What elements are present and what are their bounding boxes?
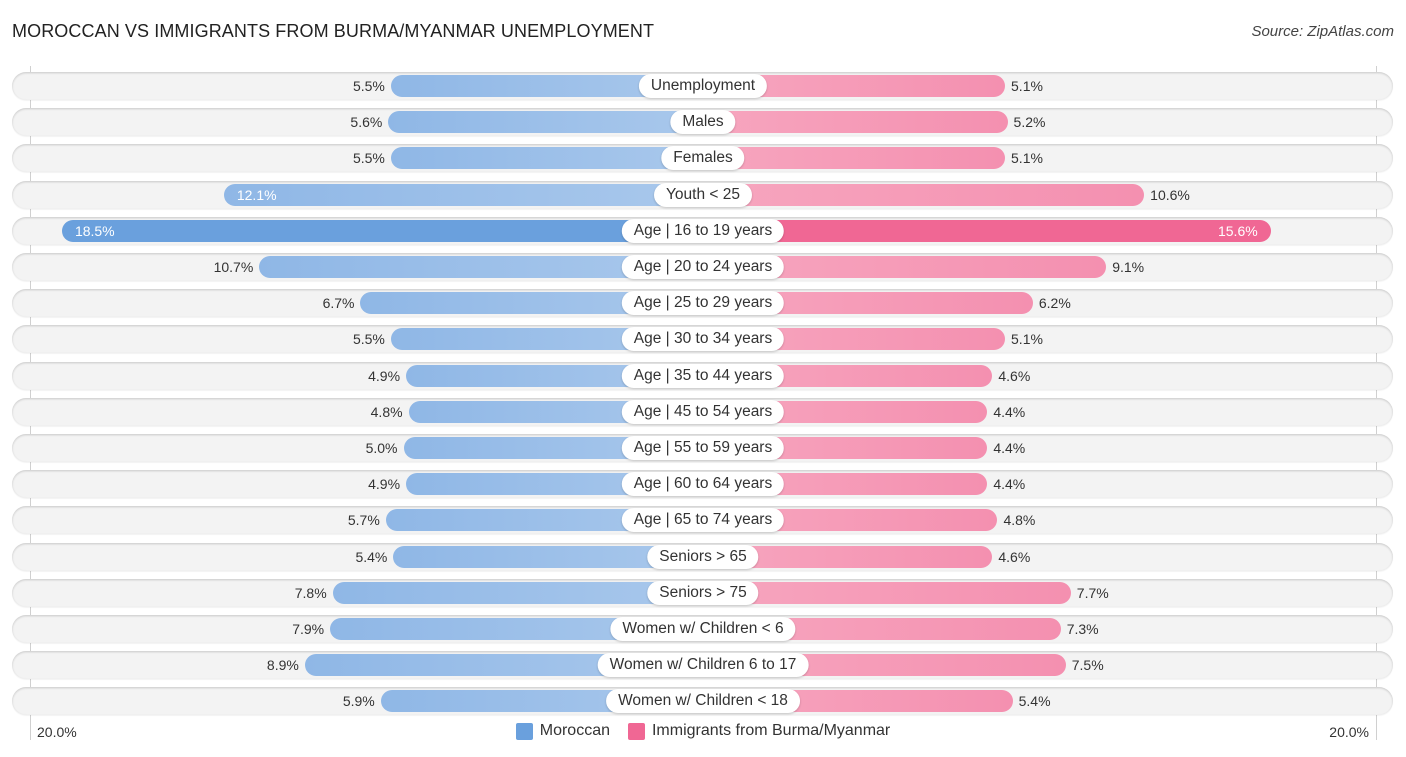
category-label: Women w/ Children 6 to 17 — [597, 653, 809, 678]
legend-swatch-moroccan — [515, 722, 533, 740]
value-label-moroccan: 5.4% — [355, 548, 388, 565]
value-label-moroccan: 7.9% — [292, 621, 325, 637]
value-label-burma: 4.4% — [993, 403, 1026, 420]
value-label-moroccan: 6.7% — [322, 295, 355, 312]
category-label: Seniors > 75 — [647, 580, 759, 605]
category-label: Unemployment — [638, 74, 768, 98]
category-label: Age | 16 to 19 years — [621, 218, 785, 243]
value-label-moroccan: 12.1% — [236, 186, 277, 203]
legend-swatch-burma — [627, 722, 645, 740]
legend-item-burma[interactable]: Immigrants from Burma/Myanmar — [627, 722, 891, 740]
source-label: Source: ZipAtlas.com — [1251, 23, 1394, 40]
value-label-moroccan: 5.5% — [352, 150, 385, 167]
value-label-burma: 7.7% — [1076, 584, 1109, 601]
chart-title: MOROCCAN VS IMMIGRANTS FROM BURMA/MYANMA… — [12, 21, 655, 41]
value-label-burma: 15.6% — [1217, 222, 1258, 239]
value-label-burma: 5.2% — [1013, 114, 1046, 131]
legend-label-moroccan: Moroccan — [539, 722, 610, 739]
value-label-burma: 10.6% — [1150, 186, 1190, 203]
value-label-moroccan: 5.5% — [352, 78, 385, 94]
value-label-moroccan: 4.9% — [368, 367, 401, 384]
value-label-burma: 5.1% — [1011, 78, 1043, 94]
value-label-moroccan: 5.9% — [342, 693, 375, 710]
value-label-moroccan: 10.7% — [213, 259, 254, 275]
value-label-burma: 7.5% — [1071, 657, 1104, 674]
value-label-moroccan: 5.5% — [352, 331, 385, 348]
value-label-burma: 4.6% — [998, 367, 1031, 384]
value-label-burma: 4.4% — [993, 476, 1026, 493]
bar-moroccan[interactable] — [223, 183, 703, 206]
category-label: Youth < 25 — [654, 182, 752, 207]
legend: Moroccan Immigrants from Burma/Myanmar — [0, 722, 1406, 740]
value-label-moroccan: 18.5% — [74, 222, 115, 239]
category-label: Age | 35 to 44 years — [621, 363, 785, 388]
value-label-burma: 5.1% — [1011, 331, 1043, 348]
category-label: Age | 45 to 54 years — [621, 399, 785, 424]
value-label-burma: 6.2% — [1038, 295, 1071, 312]
bar-burma[interactable] — [703, 111, 1008, 134]
value-label-moroccan: 4.8% — [370, 403, 403, 420]
legend-label-burma: Immigrants from Burma/Myanmar — [651, 722, 891, 739]
bar-moroccan[interactable] — [390, 147, 703, 170]
value-label-burma: 4.8% — [1003, 512, 1036, 529]
category-label: Age | 30 to 34 years — [621, 327, 785, 352]
bar-moroccan[interactable] — [388, 111, 703, 134]
value-label-burma: 9.1% — [1112, 259, 1145, 275]
value-label-burma: 7.3% — [1066, 621, 1099, 637]
bar-burma[interactable] — [703, 183, 1145, 206]
category-label: Age | 55 to 59 years — [621, 436, 785, 460]
value-label-moroccan: 4.9% — [368, 476, 401, 493]
bar-burma[interactable] — [703, 219, 1271, 242]
category-label: Age | 60 to 64 years — [621, 472, 785, 497]
bar-moroccan[interactable] — [61, 219, 703, 242]
category-label: Women w/ Children < 18 — [606, 689, 800, 714]
category-label: Women w/ Children < 6 — [610, 617, 796, 641]
value-label-moroccan: 5.7% — [347, 512, 380, 529]
category-label: Males — [670, 110, 736, 135]
value-label-burma: 5.4% — [1018, 693, 1051, 710]
value-label-burma: 5.1% — [1011, 150, 1043, 167]
category-label: Age | 25 to 29 years — [621, 291, 785, 316]
value-label-moroccan: 8.9% — [266, 657, 299, 674]
value-label-burma: 4.6% — [998, 548, 1031, 565]
category-label: Age | 20 to 24 years — [621, 255, 785, 279]
legend-item-moroccan[interactable]: Moroccan — [515, 722, 610, 740]
value-label-moroccan: 5.6% — [350, 114, 383, 131]
bar-burma[interactable] — [703, 147, 1006, 170]
category-label: Age | 65 to 74 years — [621, 508, 785, 533]
value-label-moroccan: 5.0% — [365, 440, 398, 456]
value-label-burma: 4.4% — [993, 440, 1026, 456]
category-label: Females — [661, 146, 745, 171]
value-label-moroccan: 7.8% — [294, 584, 327, 601]
category-label: Seniors > 65 — [647, 544, 759, 569]
